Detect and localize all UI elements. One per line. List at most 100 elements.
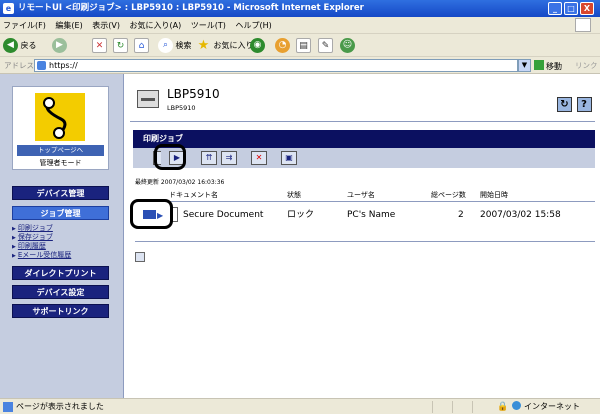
history-icon: ◔ [275,38,290,53]
menu-file[interactable]: ファイル(F) [3,21,46,30]
forward-button[interactable]: ▶ [52,38,67,54]
status-bar: ページが表示されました 🔒 インターネット [0,398,600,414]
search-label: 検索 [175,41,192,50]
job-section-title: 印刷ジョブ [133,130,595,148]
window-title-bar: e リモートUI <印刷ジョブ> : LBP5910 : LBP5910 - M… [0,0,600,17]
edit-icon: ✎ [318,38,333,53]
back-arrow-icon: ◀ [3,38,18,53]
menu-favorites[interactable]: お気に入り(A) [130,21,182,30]
detail-view-button[interactable]: ▣ [281,151,297,165]
page-top-icon[interactable] [135,252,145,262]
top-page-button[interactable]: トップページへ [17,145,104,156]
cell-document-name[interactable]: Secure Document [183,208,263,222]
globe-icon [512,401,521,410]
remote-ui-logo-icon [35,93,85,141]
media-button[interactable]: ◉ [250,38,265,54]
back-label: 戻る [20,41,37,50]
col-status: 状態 [287,191,301,199]
minimize-button[interactable]: _ [548,2,562,15]
cell-user-name: PC's Name [347,210,396,220]
address-input[interactable]: https:// [34,59,518,72]
print-icon: ▤ [296,38,311,53]
lock-icon: 🔒 [497,402,509,412]
menu-bar: ファイル(F) 編集(E) 表示(V) お気に入り(A) ツール(T) ヘルプ(… [0,17,600,34]
col-user-name: ユーザ名 [347,191,375,199]
col-start-time: 開始日時 [480,191,508,199]
links-button[interactable]: リンク [575,60,598,71]
job-toolbar: ▶ ⇈ ⇉ ✕ ▣ [133,148,595,168]
address-dropdown-icon[interactable]: ▼ [518,59,531,72]
page-icon [37,61,46,70]
star-icon: ★ [197,38,210,53]
move-top-button[interactable]: ⇈ [201,151,217,165]
col-document-name: ドキュメント名 [169,191,218,199]
zone-label: インターネット [524,402,580,411]
menu-view[interactable]: 表示(V) [92,21,120,30]
status-divider [472,401,473,413]
mode-label: 管理者モード [39,159,82,167]
refresh-button[interactable]: ↻ [113,38,128,54]
forward-arrow-icon: ▶ [52,38,67,53]
cell-total-pages: 2 [458,210,464,220]
search-icon: ⌕ [158,38,173,53]
browser-toolbar: ◀ 戻る ▶ ✕ ↻ ⌂ ⌕ 検索 ★ お気に入り ◉ ◔ ▤ ✎ ☺ [0,34,600,57]
stop-icon: ✕ [92,38,107,53]
job-table-header: ドキュメント名 状態 ユーザ名 総ページ数 開始日時 [135,190,595,202]
search-button[interactable]: ⌕ 検索 [158,38,192,54]
header-icons: ↻ ? [555,97,592,112]
edit-button[interactable]: ✎ [318,38,333,54]
close-button[interactable]: X [580,2,594,15]
favorites-button[interactable]: ★ お気に入り [196,38,254,54]
nav-direct-print[interactable]: ダイレクトプリント [12,266,109,280]
table-divider [135,241,595,242]
sidebar-header: トップページへ 管理者モード [12,86,109,170]
nav-job-management[interactable]: ジョブ管理 [12,206,109,220]
help-icon[interactable]: ? [576,97,592,112]
go-button[interactable]: 移動 [534,60,562,72]
delete-job-button[interactable]: ✕ [251,151,267,165]
nav-device-settings[interactable]: デバイス設定 [12,285,109,299]
messenger-icon: ☺ [340,38,355,53]
menu-tools[interactable]: ツール(T) [191,21,226,30]
status-divider [432,401,433,413]
device-name: LBP5910 [167,87,220,101]
cell-start-time: 2007/03/02 15:58 [480,210,561,220]
table-row[interactable]: ▶ Secure Document ロック PC's Name 2 2007/0… [135,207,595,224]
main-content: LBP5910 LBP5910 ↻ ? 印刷ジョブ ▶ ⇈ ⇉ ✕ ▣ 最終更新… [125,74,600,398]
status-divider [452,401,453,413]
stop-button[interactable]: ✕ [92,38,107,54]
printer-icon [137,90,159,108]
menu-edit[interactable]: 編集(E) [55,21,82,30]
maximize-button[interactable]: □ [564,2,578,15]
history-button[interactable]: ◔ [275,38,290,54]
device-subname: LBP5910 [167,104,196,112]
address-url: https:// [49,61,78,70]
windows-flag-icon [575,18,591,32]
status-message: ページが表示されました [16,402,104,411]
nav-support-links[interactable]: サポートリンク [12,304,109,318]
last-updated: 最終更新 2007/03/02 16:03:36 [135,179,225,186]
move-next-button[interactable]: ⇉ [221,151,237,165]
sublink-email-log[interactable]: Eメール受信履歴 [12,251,71,261]
zone-indicator: インターネット [512,399,580,414]
go-arrow-icon [534,60,544,70]
home-icon: ⌂ [134,38,149,53]
cell-status: ロック [287,210,315,220]
sidebar: トップページへ 管理者モード デバイス管理 ジョブ管理 印刷ジョブ 保存ジョブ … [0,74,124,398]
refresh-icon: ↻ [113,38,128,53]
highlight-release-button [154,144,186,170]
nav-device-management[interactable]: デバイス管理 [12,186,109,200]
menu-help[interactable]: ヘルプ(H) [235,21,271,30]
go-label: 移動 [546,62,562,71]
refresh-page-icon[interactable]: ↻ [557,97,572,112]
favorites-label: お気に入り [213,41,254,50]
media-icon: ◉ [250,38,265,53]
window-title: リモートUI <印刷ジョブ> : LBP5910 : LBP5910 - Mic… [18,3,364,13]
highlight-job-row [130,199,173,229]
ie-logo-icon: e [3,3,14,14]
home-button[interactable]: ⌂ [134,38,149,54]
address-bar: アドレス(D) https:// ▼ 移動 リンク [0,57,600,74]
messenger-button[interactable]: ☺ [340,38,355,54]
print-button[interactable]: ▤ [296,38,311,54]
back-button[interactable]: ◀ 戻る [3,38,37,54]
